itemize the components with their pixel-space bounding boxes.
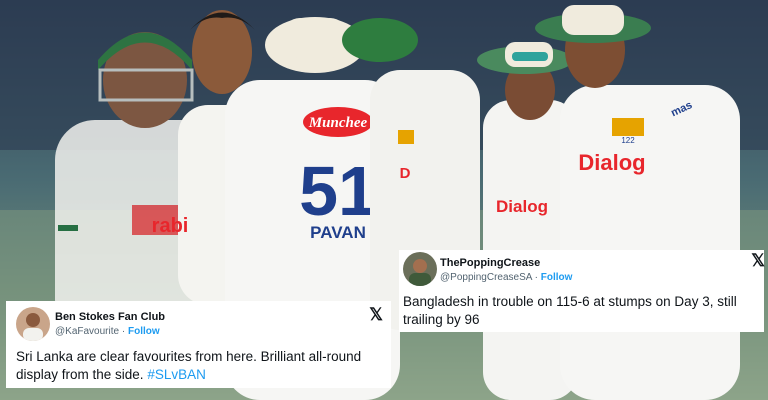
jersey-name-text: PAVAN — [310, 223, 366, 242]
avatar[interactable] — [16, 307, 50, 341]
jersey-sponsor-text: Munchee — [308, 115, 368, 131]
handle-row: @PoppingCreaseSA · Follow — [440, 272, 572, 283]
handle[interactable]: @KaFavourite — [55, 326, 119, 337]
tweet-card-right[interactable]: ThePoppingCrease @PoppingCreaseSA · Foll… — [399, 250, 765, 332]
display-name[interactable]: ThePoppingCrease — [440, 257, 540, 269]
collar-number-text: 122 — [621, 136, 635, 145]
follow-button[interactable]: Follow — [541, 272, 573, 283]
display-name[interactable]: Ben Stokes Fan Club — [55, 311, 165, 323]
jersey-number-text: 51 — [299, 152, 377, 230]
svg-text:D: D — [400, 165, 411, 182]
hashtag-link[interactable]: #SLvBAN — [147, 367, 206, 382]
shirt-brand-text-2: Dialog — [496, 197, 548, 216]
x-logo-icon[interactable]: 𝕏 — [751, 252, 765, 269]
separator: · — [534, 272, 538, 283]
tweet-text: Sri Lanka are clear favourites from here… — [16, 348, 384, 384]
separator: · — [121, 326, 126, 337]
handle[interactable]: @PoppingCreaseSA — [440, 272, 532, 283]
shirt-brand-text-3: rabi — [152, 215, 189, 237]
tweet-card-left[interactable]: Ben Stokes Fan Club @KaFavourite · Follo… — [6, 301, 391, 388]
follow-button[interactable]: Follow — [128, 326, 160, 337]
avatar[interactable] — [403, 252, 437, 286]
handle-row: @KaFavourite · Follow — [55, 326, 160, 337]
x-logo-icon[interactable]: 𝕏 — [369, 306, 383, 323]
tweet-text: Bangladesh in trouble on 115-6 at stumps… — [403, 294, 737, 327]
shirt-brand-text: Dialog — [578, 150, 645, 175]
